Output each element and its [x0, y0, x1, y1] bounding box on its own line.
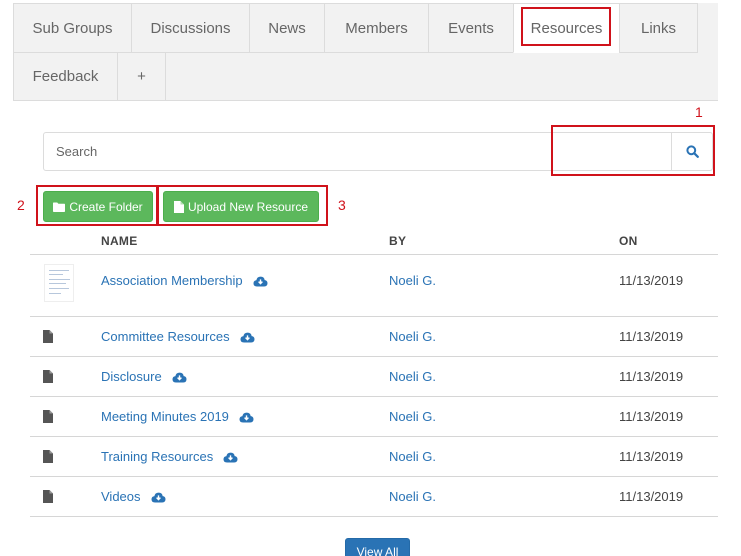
- annotation-number-3: 3: [338, 197, 346, 213]
- resource-author-link[interactable]: Noeli G.: [389, 409, 436, 424]
- resource-name-link[interactable]: Training Resources: [101, 449, 238, 464]
- tab-feedback[interactable]: Feedback: [13, 52, 118, 101]
- tab-news[interactable]: News: [249, 3, 325, 53]
- resource-name-link[interactable]: Committee Resources: [101, 329, 255, 344]
- resource-author-link[interactable]: Noeli G.: [389, 489, 436, 504]
- table-row: Meeting Minutes 2019 Noeli G. 11/13/2019: [30, 397, 718, 437]
- create-folder-button[interactable]: Create Folder: [43, 191, 153, 222]
- tab-discussions[interactable]: Discussions: [131, 3, 250, 53]
- resource-name-link[interactable]: Association Membership: [101, 273, 268, 288]
- upload-resource-button[interactable]: Upload New Resource: [163, 191, 319, 222]
- cloud-download-icon[interactable]: [172, 372, 187, 383]
- table-row: Association Membership Noeli G. 11/13/20…: [30, 255, 718, 317]
- resource-author-link[interactable]: Noeli G.: [389, 369, 436, 384]
- resource-name-link[interactable]: Meeting Minutes 2019: [101, 409, 254, 424]
- resource-name-link[interactable]: Disclosure: [101, 369, 187, 384]
- resource-date: 11/13/2019: [619, 489, 684, 504]
- file-icon[interactable]: [43, 330, 53, 343]
- resource-name-link[interactable]: Videos: [101, 489, 166, 504]
- resource-author-link[interactable]: Noeli G.: [389, 329, 436, 344]
- column-header-by[interactable]: BY: [389, 234, 406, 248]
- search-icon: [685, 145, 699, 158]
- tab-links[interactable]: Links: [619, 3, 698, 53]
- cloud-download-icon[interactable]: [253, 276, 268, 287]
- view-all-button[interactable]: View All: [345, 538, 410, 556]
- search-button[interactable]: [671, 133, 712, 170]
- folder-icon: [53, 202, 66, 212]
- resource-date: 11/13/2019: [619, 409, 684, 424]
- file-icon[interactable]: [43, 490, 53, 503]
- resource-author-link[interactable]: Noeli G.: [389, 449, 436, 464]
- resources-table-header: NAME BY ON: [30, 226, 718, 255]
- tab-sub-groups[interactable]: Sub Groups: [13, 3, 132, 53]
- tab-members[interactable]: Members: [324, 3, 429, 53]
- annotation-number-2: 2: [17, 197, 25, 213]
- search-input[interactable]: [44, 133, 672, 170]
- table-row: Videos Noeli G. 11/13/2019: [30, 477, 718, 517]
- annotation-number-1: 1: [695, 104, 703, 120]
- cloud-download-icon[interactable]: [151, 492, 166, 503]
- resource-date: 11/13/2019: [619, 329, 684, 344]
- document-thumbnail[interactable]: [44, 264, 74, 302]
- cloud-download-icon[interactable]: [223, 452, 238, 463]
- table-row: Committee Resources Noeli G. 11/13/2019: [30, 317, 718, 357]
- search-bar: [43, 132, 713, 171]
- column-header-on[interactable]: ON: [619, 234, 638, 248]
- file-icon[interactable]: [43, 370, 53, 383]
- tab-events[interactable]: Events: [428, 3, 514, 53]
- tab-resources[interactable]: Resources: [513, 3, 620, 53]
- resource-author-link[interactable]: Noeli G.: [389, 273, 436, 288]
- create-folder-label: Create Folder: [69, 199, 143, 214]
- tab-add[interactable]: +: [117, 52, 166, 101]
- resource-date: 11/13/2019: [619, 273, 684, 288]
- cloud-download-icon[interactable]: [240, 332, 255, 343]
- column-header-name[interactable]: NAME: [101, 234, 138, 248]
- file-icon: [173, 200, 184, 213]
- resource-date: 11/13/2019: [619, 449, 684, 464]
- file-icon[interactable]: [43, 410, 53, 423]
- file-icon[interactable]: [43, 450, 53, 463]
- upload-resource-label: Upload New Resource: [187, 199, 309, 214]
- cloud-download-icon[interactable]: [239, 412, 254, 423]
- table-row: Training Resources Noeli G. 11/13/2019: [30, 437, 718, 477]
- resource-date: 11/13/2019: [619, 369, 684, 384]
- table-row: Disclosure Noeli G. 11/13/2019: [30, 357, 718, 397]
